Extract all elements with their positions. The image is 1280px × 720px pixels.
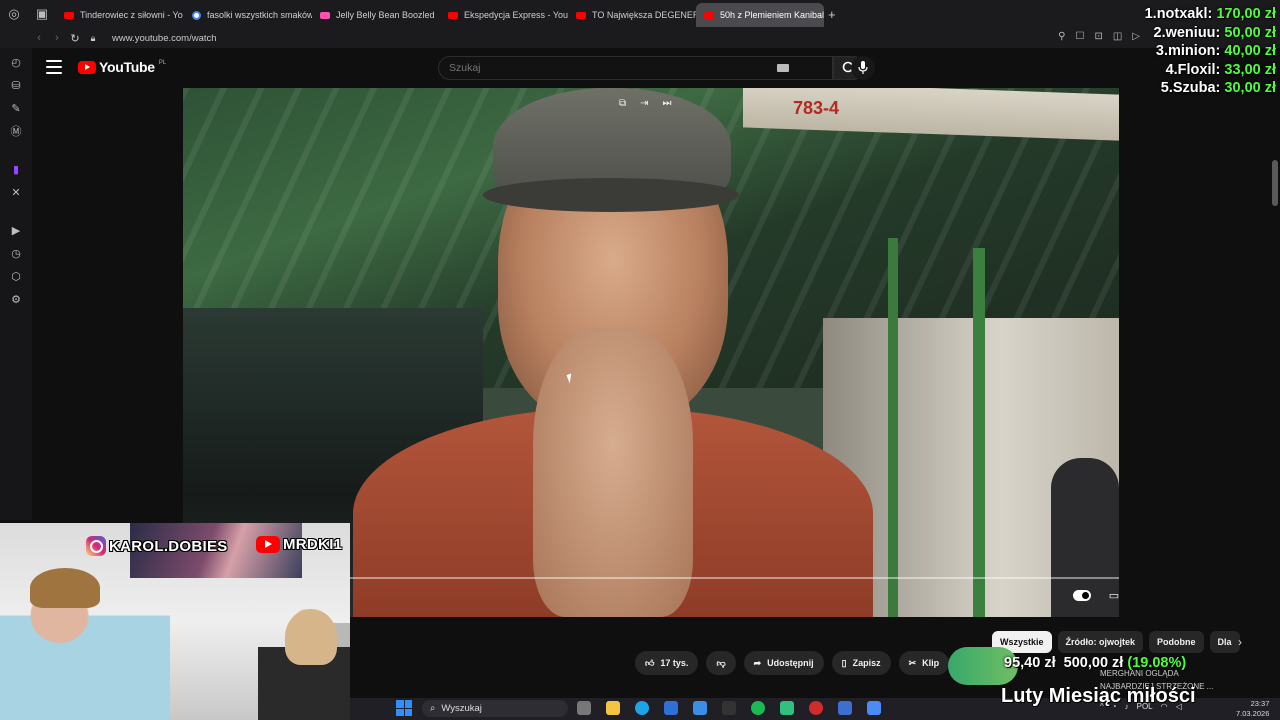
popout-icon[interactable]: ⧉: [619, 98, 626, 109]
youtube-play-icon: [78, 60, 96, 74]
app-icon[interactable]: [838, 701, 852, 715]
epic-games-icon[interactable]: [722, 701, 736, 715]
share-icon: ➦: [753, 657, 762, 668]
mail-icon[interactable]: Ⓜ: [8, 123, 24, 139]
app-icon[interactable]: [780, 701, 794, 715]
leaderboard-row: 5.Szuba: 30,00 zł: [1160, 80, 1276, 96]
twitch-icon: [320, 11, 330, 19]
video-sign-text: 783-4: [793, 98, 840, 118]
workspaces-icon[interactable]: ▣: [28, 0, 56, 28]
store-icon[interactable]: [664, 701, 678, 715]
app-icon[interactable]: [867, 701, 881, 715]
keyboard-icon[interactable]: [777, 64, 789, 72]
twitch-icon[interactable]: ▮: [8, 161, 24, 177]
wallet-icon[interactable]: ⛁: [8, 77, 24, 93]
scissors-icon: ✂: [908, 657, 917, 668]
search-input[interactable]: [438, 56, 833, 80]
microphone-icon: [858, 61, 868, 74]
share-button[interactable]: ➦ Udostępnij: [743, 651, 824, 675]
google-icon: [192, 10, 201, 20]
youtube-icon: [576, 11, 586, 19]
opera-icon[interactable]: [809, 701, 823, 715]
back-icon[interactable]: ‹: [30, 32, 48, 44]
browser-tab-active[interactable]: 50h z Plemieniem Kanibal: [696, 3, 824, 27]
spotify-icon[interactable]: [751, 701, 765, 715]
stream-overlay-text: Luty Miesiąc miłości: [1001, 685, 1196, 707]
browser-logo-icon[interactable]: ◎: [0, 0, 28, 28]
save-button[interactable]: ▯ Zapisz: [831, 651, 891, 675]
settings-icon[interactable]: ⚙: [8, 291, 24, 307]
edge-icon[interactable]: [635, 701, 649, 715]
browser-tab[interactable]: Jelly Belly Bean Boozled: [312, 3, 440, 27]
clock[interactable]: 23:37 7.03.2026: [1236, 699, 1269, 719]
video-actions: 👍︎ 17 tys. 👎︎ ➦ Udostępnij ▯ Zapisz ✂ Klip: [635, 651, 950, 675]
donation-leaderboard: 1.notxakl: 170,00 zł 2.weniuu: 50,00 zł …: [1136, 5, 1280, 98]
leaderboard-row: 3.minion: 40,00 zł: [1155, 43, 1276, 59]
next-icon[interactable]: ⏭: [663, 98, 672, 109]
browser-sidebar: ◴ ⛁ ✎ Ⓜ ▮ ✕ ▶ ◷ ⬡ ⚙: [0, 48, 32, 520]
chip-for-you[interactable]: Dla: [1209, 631, 1240, 653]
browser-tab[interactable]: fasolki wszystkich smaków: [184, 3, 312, 27]
browser-tab-strip: ◎ ▣ Tinderowiec z siłowni - Yo fasolki w…: [0, 0, 1280, 28]
thumbs-up-icon: 👍︎: [645, 657, 655, 668]
windows-start-icon[interactable]: [396, 700, 412, 716]
pin-icon[interactable]: ⚲: [1058, 31, 1065, 42]
youtube-icon: [704, 11, 714, 19]
instagram-handle: KAROL.DOBIES: [86, 536, 228, 556]
search-icon: ⌕: [430, 703, 436, 714]
extensions-icon[interactable]: ⬡: [8, 268, 24, 284]
screenshot-icon[interactable]: ⊡: [1094, 31, 1102, 42]
minimize-icon[interactable]: ⇥: [640, 98, 648, 109]
reload-icon[interactable]: ↻: [66, 32, 84, 45]
speed-dial-icon[interactable]: ◴: [8, 54, 24, 70]
new-tab-icon[interactable]: +: [828, 7, 836, 22]
youtube-handle: MRDKI1: [256, 536, 342, 553]
snapshot-icon[interactable]: ◫: [1113, 31, 1122, 42]
bookmark-icon[interactable]: ☐: [1075, 31, 1084, 42]
history-icon[interactable]: ◷: [8, 245, 24, 261]
leaderboard-row: 2.weniuu: 50,00 zł: [1153, 24, 1277, 41]
video-overlay-buttons: ⧉ ⇥ ⏭: [619, 98, 672, 109]
youtube-logo[interactable]: YouTube PL: [78, 59, 166, 75]
video-subject-hand: [533, 328, 693, 617]
url-field[interactable]: www.youtube.com/watch: [112, 33, 217, 44]
webcam-overlay: KAROL.DOBIES MRDKI1: [0, 523, 350, 720]
video-progress-bar[interactable]: [350, 577, 1119, 579]
browser-tab[interactable]: Tinderowiec z siłowni - Yo: [56, 3, 184, 27]
player-icon[interactable]: ▶: [8, 222, 24, 238]
bookmark-icon: ▯: [841, 657, 847, 668]
browser-tab[interactable]: Ekspedycja Express - You: [440, 3, 568, 27]
mail-icon[interactable]: [693, 701, 707, 715]
taskbar-search[interactable]: ⌕ Wyszukaj: [422, 700, 568, 717]
menu-icon[interactable]: [46, 60, 62, 74]
browser-tab[interactable]: TO Największa DEGENERA: [568, 3, 696, 27]
instagram-icon: [86, 536, 106, 556]
dislike-button[interactable]: 👎︎: [706, 651, 736, 675]
task-view-icon[interactable]: [577, 701, 591, 715]
thumbs-down-icon: 👎︎: [716, 657, 726, 668]
youtube-icon: [64, 11, 74, 19]
youtube-icon: [256, 536, 280, 553]
clip-button[interactable]: ✂ Klip: [898, 651, 950, 675]
chevron-right-icon[interactable]: ›: [1238, 635, 1242, 649]
microphone-button[interactable]: [851, 56, 875, 80]
forward-icon[interactable]: ›: [48, 32, 66, 44]
autoplay-toggle[interactable]: [1073, 588, 1091, 602]
donation-current: 95,40 zł: [1004, 655, 1056, 671]
like-button[interactable]: 👍︎ 17 tys.: [635, 651, 699, 675]
scrollbar[interactable]: [1272, 160, 1278, 206]
leaderboard-row: 4.Floxil: 33,00 zł: [1165, 61, 1276, 78]
subtitles-icon[interactable]: ▭: [1105, 588, 1119, 602]
youtube-icon: [448, 11, 458, 19]
youtube-header: YouTube PL: [32, 48, 1280, 88]
lock-icon: 🔒︎: [90, 32, 96, 43]
video-controls: ▭ ⚙ ⊟ ⎚ ⤢: [1073, 588, 1119, 602]
taskbar-apps: [577, 701, 881, 715]
file-explorer-icon[interactable]: [606, 701, 620, 715]
x-icon[interactable]: ✕: [8, 184, 24, 200]
address-bar-tools: ⚲ ☐ ⊡ ◫ ▷: [1058, 31, 1140, 42]
leaderboard-row: 1.notxakl: 170,00 zł: [1144, 6, 1276, 22]
notes-icon[interactable]: ✎: [8, 100, 24, 116]
